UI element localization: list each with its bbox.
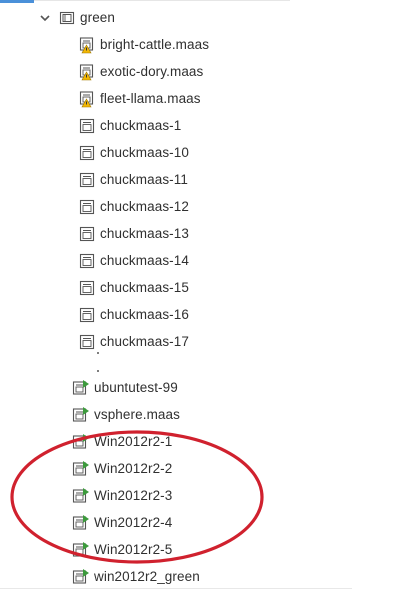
vm-row[interactable]: chuckmaas-17 [78,330,189,354]
vm-label: Win2012r2-1 [94,434,173,449]
vm-row[interactable]: win2012r2_green [72,565,200,589]
vm-row[interactable]: chuckmaas-16 [78,303,189,327]
vm-icon [78,279,96,297]
vm-row[interactable]: exotic-dory.maas [78,60,203,84]
vm-running-icon [72,514,90,532]
vm-label: chuckmaas-16 [100,307,189,322]
vm-row[interactable]: chuckmaas-10 [78,141,189,165]
vm-label: chuckmaas-17 [100,334,189,349]
vm-row[interactable]: chuckmaas-12 [78,195,189,219]
vm-running-icon [72,460,90,478]
vm-row[interactable]: chuckmaas-1 [78,114,181,138]
vm-label: ubuntutest-99 [94,380,178,395]
vm-icon [78,198,96,216]
annotation-overlay [10,430,264,564]
vm-label: chuckmaas-12 [100,199,189,214]
vm-label: fleet-llama.maas [100,91,201,106]
vm-row[interactable]: vsphere.maas [72,403,180,427]
vm-label: chuckmaas-14 [100,253,189,268]
vm-row[interactable]: ubuntutest-99 [72,376,178,400]
vm-row[interactable]: chuckmaas-14 [78,249,189,273]
chevron-down-icon[interactable] [38,6,52,30]
vm-label: Win2012r2-2 [94,461,173,476]
vm-icon [78,144,96,162]
vm-running-icon [72,379,90,397]
vm-label: chuckmaas-15 [100,280,189,295]
folder-label: green [80,10,116,25]
vm-row[interactable]: fleet-llama.maas [78,87,201,111]
selection-accent [0,0,34,3]
vm-row[interactable]: Win2012r2-4 [72,511,172,535]
vm-label: chuckmaas-11 [100,172,188,187]
vm-running-icon [72,541,90,559]
vm-row[interactable]: Win2012r2-5 [72,538,172,562]
vm-row[interactable]: Win2012r2-2 [72,457,172,481]
vm-row[interactable]: Win2012r2-3 [72,484,172,508]
vm-label: Win2012r2-3 [94,488,173,503]
vm-running-icon [72,568,90,586]
bottom-divider [0,588,352,589]
vm-warning-icon [78,63,96,81]
vm-icon [78,117,96,135]
vm-running-icon [72,406,90,424]
vm-row[interactable]: chuckmaas-15 [78,276,189,300]
vm-row[interactable]: Win2012r2-1 [72,430,172,454]
vm-icon [78,252,96,270]
vm-label: exotic-dory.maas [100,64,204,79]
vm-icon [78,225,96,243]
folder-icon [58,9,76,27]
vm-running-icon [72,487,90,505]
vm-warning-icon [78,36,96,54]
vm-row[interactable]: chuckmaas-13 [78,222,189,246]
vm-row[interactable]: chuckmaas-11 [78,168,188,192]
vm-label: Win2012r2-5 [94,542,173,557]
vm-label: vsphere.maas [94,407,180,422]
vm-warning-icon [78,90,96,108]
vm-label: chuckmaas-1 [100,118,182,133]
folder-row-green[interactable]: green [38,6,115,30]
vm-icon [78,306,96,324]
artifact-dot [97,352,99,354]
vm-label: win2012r2_green [94,569,200,584]
vm-label: bright-cattle.maas [100,37,210,52]
vm-label: chuckmaas-13 [100,226,189,241]
artifact-dot [97,370,99,372]
vm-row[interactable]: bright-cattle.maas [78,33,209,57]
vm-icon [78,171,96,189]
vm-icon [78,333,96,351]
vm-label: chuckmaas-10 [100,145,189,160]
vm-label: Win2012r2-4 [94,515,173,530]
vm-running-icon [72,433,90,451]
top-divider [34,0,290,1]
